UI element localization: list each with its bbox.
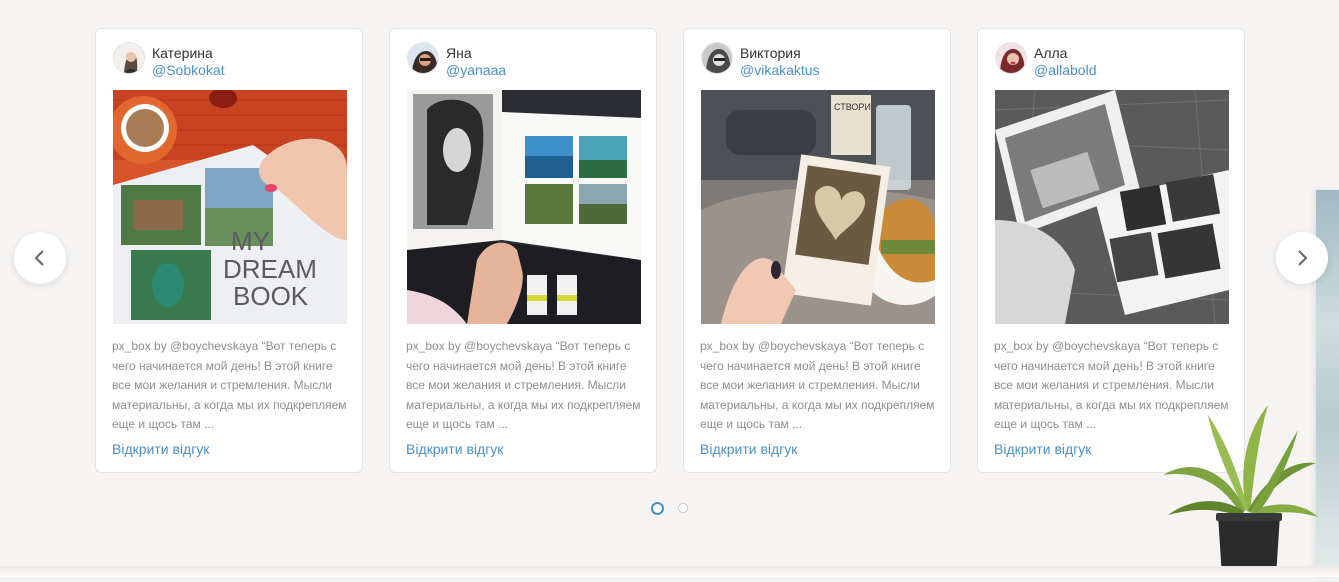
carousel-dot-2[interactable] — [678, 503, 688, 513]
review-card: Виктория @vikakaktus СТВОРИ px_box by @b… — [683, 28, 951, 473]
avatar — [407, 42, 439, 74]
reviewer-name: Яна — [446, 45, 472, 61]
carousel-dot-1[interactable] — [651, 502, 664, 515]
chevron-right-icon — [1298, 250, 1308, 266]
carousel-next-button[interactable] — [1276, 232, 1328, 284]
reviewer-handle-link[interactable]: @allabold — [1034, 62, 1096, 78]
svg-text:DREAM: DREAM — [223, 254, 317, 284]
review-photo[interactable] — [407, 90, 641, 324]
review-photo[interactable] — [995, 90, 1229, 324]
reviewer-name: Виктория — [740, 45, 801, 61]
avatar — [995, 42, 1027, 74]
review-card: Катерина @Sobkokat MY DREAM BOOK px_box … — [95, 28, 363, 473]
reviewer-handle-link[interactable]: @vikakaktus — [740, 62, 820, 78]
reviewer-name: Алла — [1034, 45, 1068, 61]
review-text: px_box by @boychevskaya “Вот теперь с че… — [406, 339, 641, 431]
svg-text:MY: MY — [231, 226, 270, 256]
chevron-left-icon — [34, 250, 44, 266]
svg-text:BOOK: BOOK — [233, 281, 309, 311]
open-review-link[interactable]: Відкрити відгук — [994, 441, 1091, 457]
carousel-prev-button[interactable] — [14, 232, 66, 284]
reviewer-handle-link[interactable]: @yanaaa — [446, 62, 506, 78]
open-review-link[interactable]: Відкрити відгук — [112, 441, 209, 457]
photo-caption: СТВОРИ — [834, 102, 871, 112]
open-review-link[interactable]: Відкрити відгук — [406, 441, 503, 457]
review-photo[interactable]: MY DREAM BOOK — [113, 90, 347, 324]
avatar — [701, 42, 733, 74]
decorative-plant-image — [1158, 405, 1318, 582]
review-card: Яна @yanaaa px_box by @boychevskaya “Вот — [389, 28, 657, 473]
reviewer-name: Катерина — [152, 45, 213, 61]
open-review-link[interactable]: Відкрити відгук — [700, 441, 797, 457]
reviewer-handle-link[interactable]: @Sobkokat — [152, 62, 225, 78]
section-divider — [0, 566, 1339, 577]
avatar — [113, 42, 145, 74]
review-text: px_box by @boychevskaya “Вот теперь с че… — [112, 339, 347, 431]
review-text: px_box by @boychevskaya “Вот теперь с че… — [700, 339, 935, 431]
review-photo[interactable]: СТВОРИ — [701, 90, 935, 324]
